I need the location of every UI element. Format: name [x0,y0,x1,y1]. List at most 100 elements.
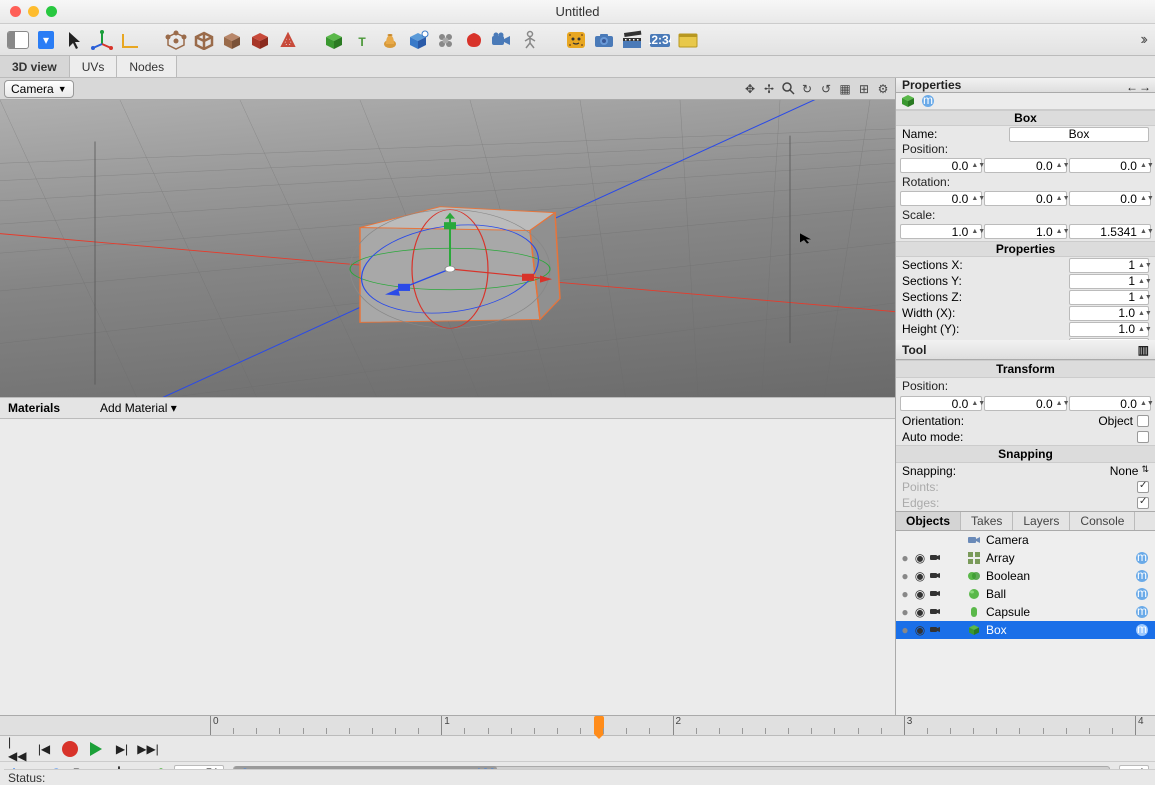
object-row-array[interactable]: ●◉Arraym [896,549,1155,567]
name-field[interactable]: Box [1009,127,1149,142]
pivot-mode[interactable] [276,28,300,52]
add-text[interactable]: T [350,28,374,52]
ruler-tool[interactable] [118,28,142,52]
prop-back-icon[interactable]: ← [1126,80,1138,94]
window-layout-icon[interactable] [676,28,700,52]
obj-visible-toggle[interactable]: ◉ [913,569,927,583]
add-modifier[interactable] [406,28,430,52]
tab-uvs[interactable]: UVs [70,56,118,77]
select-tool[interactable] [62,28,86,52]
zoom-window[interactable] [46,6,57,17]
obj-render-toggle[interactable]: ● [898,605,912,619]
sections-x[interactable]: 1▲▼ [1069,258,1149,273]
add-pot[interactable] [378,28,402,52]
edges-checkbox[interactable] [1137,497,1149,509]
tab-objects[interactable]: Objects [896,512,961,530]
rotation-z[interactable]: 0.0▲▼ [1069,191,1151,206]
tab-nodes[interactable]: Nodes [117,56,177,77]
position-z[interactable]: 0.0▲▼ [1069,158,1151,173]
object-row-ball[interactable]: ●◉Ballm [896,585,1155,603]
sections-z[interactable]: 1▲▼ [1069,290,1149,305]
sections-y[interactable]: 1▲▼ [1069,274,1149,289]
obj-visible-toggle[interactable]: ◉ [913,605,927,619]
object-row-boolean[interactable]: ●◉Booleanm [896,567,1155,585]
minimize-window[interactable] [28,6,39,17]
object-material-icon[interactable]: m [1131,551,1153,565]
position-y[interactable]: 0.0▲▼ [984,158,1066,173]
vp-crosshair-icon[interactable]: ✥ [742,81,758,97]
toolbar-overflow[interactable]: ›› [1140,31,1145,49]
obj-render-toggle[interactable]: ● [898,587,912,601]
render-icon[interactable] [592,28,616,52]
obj-cam-toggle[interactable] [928,551,942,565]
play-button[interactable] [86,739,106,759]
skip-end-button[interactable]: ▶▶| [138,739,158,759]
snapping-dropdown[interactable]: None⇅ [1110,464,1149,478]
tab-3d-view[interactable]: 3D view [0,56,70,77]
timeline-ruler[interactable]: 01234 [0,716,1155,736]
obj-render-toggle[interactable]: ● [898,551,912,565]
points-checkbox[interactable] [1137,481,1149,493]
add-camera[interactable] [490,28,514,52]
step-fwd-button[interactable]: ▶| [112,739,132,759]
tab-console[interactable]: Console [1070,512,1135,530]
scale-z[interactable]: 1.5341▲▼ [1069,224,1151,239]
position-x[interactable]: 0.0▲▼ [900,158,982,173]
materials-strip[interactable] [0,419,895,716]
vp-move-icon[interactable]: ✢ [761,81,777,97]
obj-cam-toggle[interactable] [928,605,942,619]
prop-fwd-icon[interactable]: → [1139,80,1151,94]
vp-rotate-ccw-icon[interactable]: ↺ [818,81,834,97]
add-force[interactable] [462,28,486,52]
object-material-icon[interactable]: m [1131,623,1153,637]
tool-pos-z[interactable]: 0.0▲▼ [1069,396,1151,411]
scale-x[interactable]: 1.0▲▼ [900,224,982,239]
add-particles[interactable] [434,28,458,52]
obj-cam-toggle[interactable] [928,587,942,601]
width-x[interactable]: 1.0▲▼ [1069,306,1149,321]
object-row-box[interactable]: ●◉Boxm [896,621,1155,639]
camera-dropdown[interactable]: Camera▼ [4,80,74,98]
obj-render-toggle[interactable]: ● [898,623,912,637]
rotation-y[interactable]: 0.0▲▼ [984,191,1066,206]
add-armature[interactable] [518,28,542,52]
sidebar-toggle-button[interactable] [6,28,30,52]
3d-viewport[interactable] [0,100,895,397]
obj-visible-toggle[interactable]: ◉ [913,587,927,601]
prop-tab-material-icon[interactable]: m [920,93,936,109]
tool-settings-icon[interactable]: ▥ [1138,343,1149,357]
vp-grid-icon[interactable]: ▦ [837,81,853,97]
tab-takes[interactable]: Takes [961,512,1013,530]
object-material-icon[interactable]: m [1131,587,1153,601]
automode-checkbox[interactable] [1137,431,1149,443]
playhead[interactable] [594,716,604,734]
obj-cam-toggle[interactable] [928,623,942,637]
vp-rotate-cw-icon[interactable]: ↻ [799,81,815,97]
axis-tool[interactable] [90,28,114,52]
movie-icon[interactable] [620,28,644,52]
rotation-x[interactable]: 0.0▲▼ [900,191,982,206]
skip-start-button[interactable]: |◀◀ [8,739,28,759]
obj-cam-toggle[interactable] [928,569,942,583]
height-y[interactable]: 1.0▲▼ [1069,322,1149,337]
object-row-capsule[interactable]: ●◉Capsulem [896,603,1155,621]
scale-y[interactable]: 1.0▲▼ [984,224,1066,239]
orientation-dropdown[interactable]: Object [1098,414,1149,428]
edge-mode[interactable] [192,28,216,52]
add-material-button[interactable]: Add Material ▾ [100,401,177,415]
step-back-button[interactable]: |◀ [34,739,54,759]
vp-gear-icon[interactable]: ⚙ [875,81,891,97]
add-primitive[interactable] [322,28,346,52]
tab-layers[interactable]: Layers [1013,512,1070,530]
face-mode[interactable] [220,28,244,52]
object-row-camera[interactable]: Camera [896,531,1155,549]
object-mode[interactable] [248,28,272,52]
object-material-icon[interactable]: m [1131,605,1153,619]
objects-list[interactable]: Camera●◉Arraym●◉Booleanm●◉Ballm●◉Capsule… [896,531,1155,715]
record-button[interactable] [60,739,80,759]
obj-visible-toggle[interactable]: ◉ [913,551,927,565]
vp-layout-icon[interactable]: ⊞ [856,81,872,97]
vertex-mode[interactable] [164,28,188,52]
obj-visible-toggle[interactable]: ◉ [913,623,927,637]
cheetah-icon[interactable] [564,28,588,52]
